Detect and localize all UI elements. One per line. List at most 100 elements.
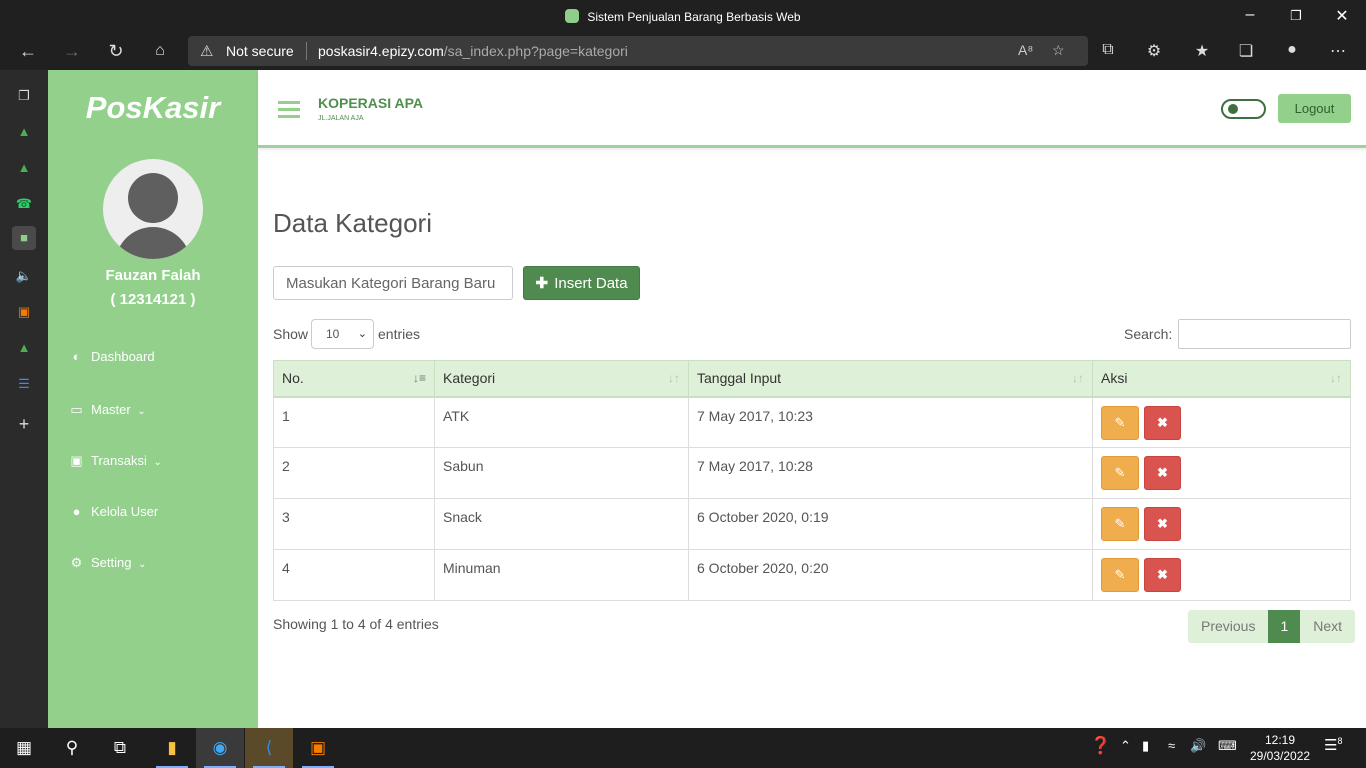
search-icon[interactable]: ⚲ — [48, 728, 96, 768]
notification-count: 8 — [1337, 736, 1343, 746]
delete-button[interactable]: ✖ — [1143, 558, 1181, 592]
tab-actions-icon[interactable]: ❏ — [1234, 41, 1258, 61]
delete-button[interactable]: ✖ — [1143, 507, 1181, 541]
drive-icon[interactable]: ▲ — [12, 156, 36, 180]
security-label: Not secure — [226, 43, 294, 59]
kategori-table: No. ↓≡ Kategori ↓↑ Tanggal Input ↓↑ Aksi ↓↑ … — [273, 360, 1351, 601]
close-icon[interactable]: ✕ — [1330, 6, 1354, 26]
monitor-icon: ▭ — [70, 402, 83, 417]
column-header-tanggal[interactable]: Tanggal Input ↓↑ — [688, 360, 1093, 398]
column-header-no[interactable]: No. ↓≡ — [273, 360, 435, 398]
address-bar[interactable]: ⚠ Not secure poskasir4.epizy.com/sa_inde… — [188, 36, 1088, 66]
next-page-button[interactable]: Next — [1300, 610, 1356, 643]
windows-start-icon[interactable]: ▦ — [0, 728, 48, 768]
cell-tanggal: 6 October 2020, 0:20 — [688, 549, 1093, 601]
column-header-aksi[interactable]: Aksi ↓↑ — [1092, 360, 1351, 398]
speaker-icon[interactable]: 🔈 — [12, 264, 36, 288]
search-input[interactable] — [1178, 319, 1351, 349]
user-name: Fauzan Falah — [105, 267, 201, 284]
notification-icon[interactable]: ☰8 — [1324, 736, 1342, 754]
edit-button[interactable]: ✎ — [1101, 507, 1139, 541]
edit-button[interactable]: ✎ — [1101, 405, 1139, 440]
sidebar-item-kelola-user[interactable]: ● Kelola User — [68, 502, 159, 522]
drive-icon[interactable]: ▲ — [12, 336, 36, 360]
wifi-icon[interactable]: ≈ — [1168, 738, 1175, 753]
refresh-icon[interactable]: ↻ — [102, 39, 130, 63]
minimize-icon[interactable]: – — [1238, 6, 1262, 24]
chevron-up-icon[interactable]: ⌃ — [1120, 738, 1131, 754]
url-separator — [306, 42, 307, 60]
sidebar-item-label: Kelola User — [91, 504, 159, 519]
file-explorer-icon[interactable]: ▮ — [148, 728, 196, 768]
insert-data-button[interactable]: ✚ Insert Data — [523, 266, 640, 300]
chevron-down-icon: ⌄ — [153, 457, 162, 468]
xampp-icon[interactable]: ▣ — [294, 728, 342, 768]
column-header-label: Kategori — [443, 370, 496, 387]
favorite-add-icon[interactable]: ☆ — [1052, 42, 1065, 59]
page-1-button[interactable]: 1 — [1268, 610, 1301, 643]
category-input[interactable] — [273, 266, 513, 300]
user-id: ( 12314121 ) — [110, 291, 196, 308]
clock[interactable]: 12:19 29/03/2022 — [1250, 732, 1310, 764]
extensions-icon[interactable]: ⚙ — [1142, 41, 1166, 61]
hamburger-menu-icon[interactable] — [278, 101, 300, 118]
avatar — [103, 159, 203, 259]
previous-page-button[interactable]: Previous — [1188, 610, 1269, 643]
window-titlebar: Sistem Penjualan Barang Berbasis Web – ❐… — [0, 0, 1366, 33]
xampp-icon[interactable]: ▣ — [12, 300, 36, 324]
vscode-icon[interactable]: ⟨ — [245, 728, 293, 768]
gear-icon: ⚙ — [70, 555, 83, 570]
home-icon[interactable]: ⌂ — [146, 39, 174, 63]
cell-aksi: ✎ ✖ — [1092, 396, 1351, 448]
sidebar-item-setting[interactable]: ⚙ Setting ⌄ — [68, 553, 147, 573]
tabs-icon[interactable]: ❐ — [12, 84, 36, 108]
read-aloud-icon[interactable]: A⁸ — [1018, 42, 1033, 58]
favorites-icon[interactable]: ★ — [1190, 41, 1214, 61]
delete-button[interactable]: ✖ — [1143, 405, 1181, 440]
delete-button[interactable]: ✖ — [1143, 456, 1181, 490]
sidebar-item-label: Transaksi — [91, 453, 147, 468]
edge-icon[interactable]: ◉ — [196, 728, 244, 768]
app-sidebar: PosKasir Fauzan Falah ( 12314121 ) ◐ Dash… — [48, 70, 258, 728]
sidebar-item-dashboard[interactable]: ◐ Dashboard — [68, 347, 155, 367]
site-favicon-icon — [565, 9, 580, 23]
clock-date: 29/03/2022 — [1250, 749, 1311, 763]
add-icon[interactable]: + — [12, 412, 36, 436]
battery-icon[interactable]: ▮ — [1142, 738, 1149, 754]
sort-icon: ↓↑ — [1072, 371, 1084, 385]
edit-button[interactable]: ✎ — [1101, 456, 1139, 490]
sidebar-item-transaksi[interactable]: ▣ Transaksi ⌄ — [68, 451, 162, 471]
cell-kategori: ATK — [434, 396, 689, 448]
forward-icon[interactable]: → — [58, 39, 86, 63]
more-icon[interactable]: ⋯ — [1326, 41, 1350, 61]
task-view-icon[interactable]: ⧉ — [96, 728, 144, 768]
volume-icon[interactable]: 🔊 — [1190, 738, 1206, 754]
docs-icon[interactable]: ☰ — [12, 372, 36, 396]
drive-icon[interactable]: ▲ — [12, 120, 36, 144]
theme-toggle[interactable] — [1221, 99, 1266, 119]
url-path: /sa_index.php?page=kategori — [443, 43, 628, 59]
help-icon[interactable]: ❓ — [1090, 736, 1111, 756]
back-icon[interactable]: ← — [14, 39, 42, 63]
table-info: Showing 1 to 4 of 4 entries — [273, 616, 439, 632]
page-length-select[interactable]: 10 ⌄ — [311, 319, 374, 349]
column-header-kategori[interactable]: Kategori ↓↑ — [434, 360, 689, 398]
edit-button[interactable]: ✎ — [1101, 558, 1139, 592]
sort-asc-icon: ↓≡ — [412, 371, 426, 385]
page-title: Data Kategori — [273, 208, 432, 238]
sidebar-item-label: Dashboard — [91, 349, 155, 364]
keyboard-icon[interactable]: ⌨ — [1218, 738, 1237, 754]
sidebar-item-master[interactable]: ▭ Master ⌄ — [68, 400, 145, 420]
plus-icon: ✚ — [535, 275, 549, 292]
page-length-value: 10 — [326, 327, 340, 341]
clock-time: 12:19 — [1264, 733, 1296, 747]
collections-icon[interactable]: ⧉ — [1096, 41, 1120, 59]
cell-aksi: ✎ ✖ — [1092, 498, 1351, 550]
column-header-label: Tanggal Input — [697, 370, 782, 387]
sort-icon: ↓↑ — [668, 371, 680, 385]
whatsapp-icon[interactable]: ☎ — [12, 192, 36, 216]
poskasir-tab-icon[interactable]: ■ — [12, 226, 36, 250]
profile-icon[interactable]: ● — [1280, 41, 1304, 59]
logout-button[interactable]: Logout — [1278, 94, 1351, 123]
restore-icon[interactable]: ❐ — [1284, 8, 1308, 24]
